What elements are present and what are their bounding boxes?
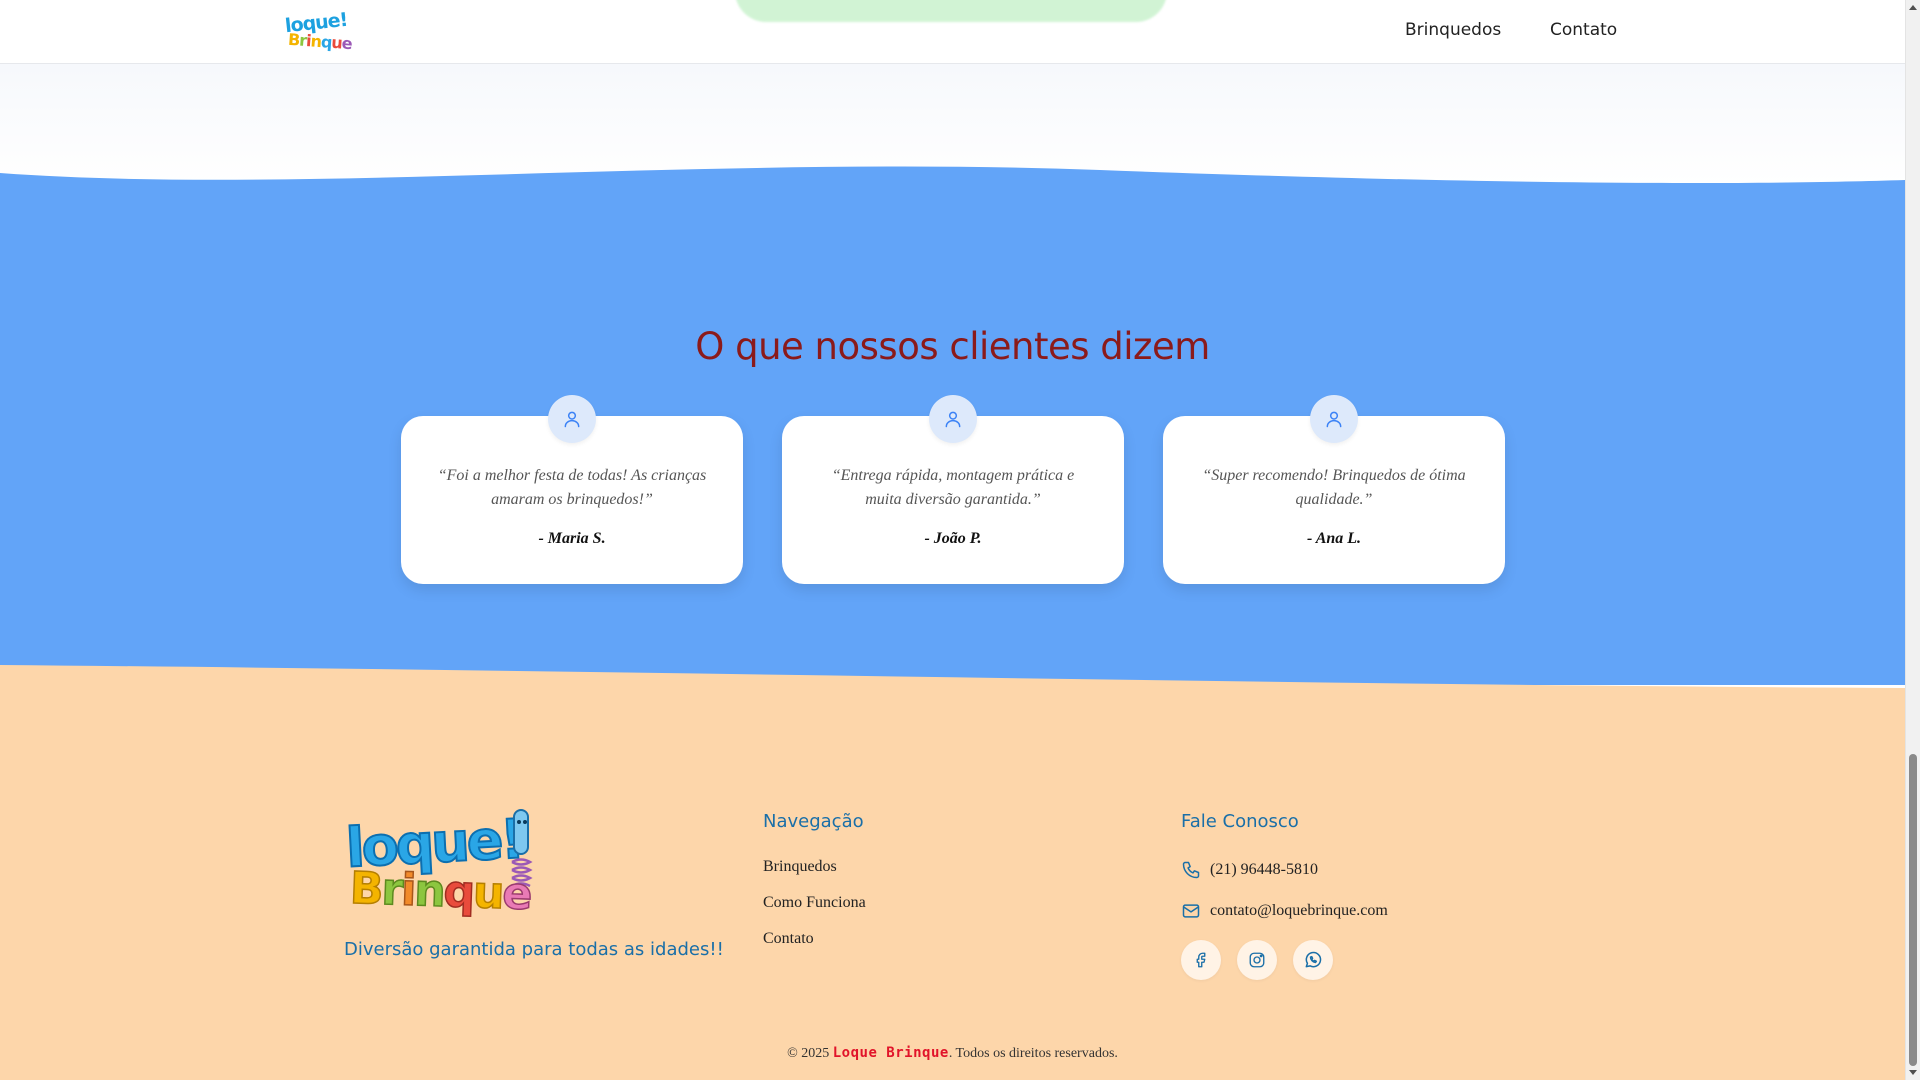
logo-word-bottom: Brinque	[348, 862, 532, 921]
copyright-brand: Loque Brinque	[832, 1045, 949, 1061]
testimonials-title: O que nossos clientes dizem	[695, 325, 1210, 368]
footer-nav-title: Navegação	[763, 811, 864, 832]
scrollbar-thumb[interactable]	[1909, 754, 1917, 1066]
footer-contact-title: Fale Conosco	[1181, 811, 1299, 832]
testimonial-card: “Foi a melhor festa de todas! As criança…	[401, 395, 743, 584]
user-icon	[1310, 395, 1358, 443]
testimonial-author: - João P.	[924, 530, 982, 547]
copyright-prefix: © 2025	[787, 1046, 830, 1061]
mail-icon	[1182, 904, 1200, 918]
header-decoration	[735, 0, 1167, 22]
footer-link-contato[interactable]: Contato	[763, 930, 814, 948]
whatsapp-icon[interactable]	[1293, 940, 1333, 980]
scroll-up-arrow-icon[interactable]	[1909, 5, 1917, 10]
nav-link-brinquedos[interactable]: Brinquedos	[1405, 20, 1501, 40]
nav-link-contato[interactable]: Contato	[1550, 20, 1617, 40]
testimonial-quote: “Entrega rápida, montagem prática e muit…	[831, 467, 1075, 508]
copyright-text: © 2025 Loque Brinque. Todos os direitos …	[0, 1045, 1905, 1062]
footer-link-brinquedos[interactable]: Brinquedos	[763, 858, 837, 876]
email-address: contato@loquebrinque.com	[1210, 902, 1388, 919]
footer-logo[interactable]: loque! Brinque	[343, 806, 534, 926]
footer-wave-background	[0, 665, 1905, 1080]
phone-number: (21) 96448-5810	[1210, 861, 1318, 878]
page-scrollbar[interactable]	[1905, 0, 1920, 1080]
phone-icon	[1182, 861, 1200, 879]
site-header: loque! Brinque Brinquedos Contato	[0, 0, 1905, 64]
footer-tagline: Diversão garantida para todas as idades!…	[344, 939, 724, 960]
scroll-down-arrow-icon[interactable]	[1909, 1070, 1917, 1075]
site-footer	[0, 660, 1905, 1080]
facebook-icon[interactable]	[1181, 940, 1221, 980]
user-icon	[548, 395, 596, 443]
instagram-icon[interactable]	[1237, 940, 1277, 980]
footer-link-como-funciona[interactable]: Como Funciona	[763, 894, 866, 912]
testimonial-quote: “Super recomendo! Brinquedos de ótima qu…	[1202, 467, 1466, 508]
user-icon	[929, 395, 977, 443]
testimonial-author: - Maria S.	[538, 530, 606, 547]
testimonial-card: “Super recomendo! Brinquedos de ótima qu…	[1163, 395, 1505, 584]
testimonial-author: - Ana L.	[1306, 530, 1362, 547]
testimonial-quote: “Foi a melhor festa de todas! As criança…	[437, 467, 707, 508]
contact-phone[interactable]: (21) 96448-5810	[1181, 860, 1318, 880]
header-logo[interactable]: loque! Brinque	[284, 9, 353, 54]
logo-word-bottom: Brinque	[287, 29, 353, 54]
copyright-suffix: . Todos os direitos reservados.	[948, 1046, 1118, 1061]
contact-email[interactable]: contato@loquebrinque.com	[1181, 901, 1388, 921]
testimonial-card: “Entrega rápida, montagem prática e muit…	[782, 395, 1124, 584]
